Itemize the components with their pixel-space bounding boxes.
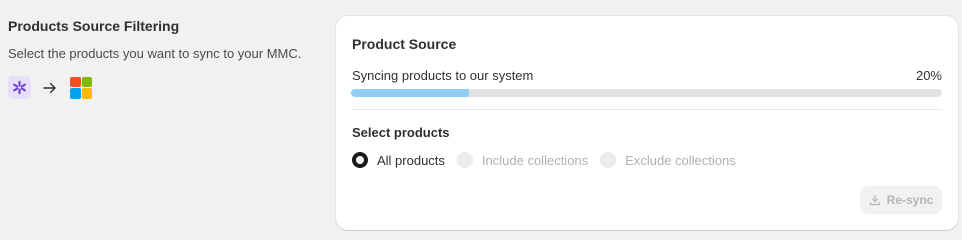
section-info: Products Source Filtering Select the pro…: [8, 18, 318, 99]
radio-option-all-products[interactable]: All products: [352, 152, 445, 168]
radio-label-all-products: All products: [377, 152, 445, 168]
radio-label-include-collections: Include collections: [481, 152, 589, 168]
sync-status: Syncing products to our system 20%: [352, 68, 942, 83]
download-icon: [869, 194, 880, 206]
sync-label: Syncing products to our system: [352, 68, 534, 83]
divider: [352, 109, 942, 110]
resync-button[interactable]: Re-sync: [860, 186, 942, 214]
radio-include-collections[interactable]: [456, 152, 473, 168]
resync-label: Re-sync: [886, 193, 934, 207]
sync-progress-fill: [351, 89, 470, 97]
sync-percent: 20%: [915, 68, 942, 83]
radio-exclude-collections[interactable]: [600, 152, 617, 168]
radio-option-exclude-collections[interactable]: Exclude collections: [600, 152, 736, 168]
arrow-right-icon: [43, 82, 57, 94]
radio-option-include-collections[interactable]: Include collections: [456, 152, 589, 168]
product-selection-radio-group: All products Include collections Exclude…: [352, 152, 748, 168]
radio-label-exclude-collections: Exclude collections: [625, 152, 736, 168]
app-asterisk-icon: [8, 76, 31, 99]
integration-icons: [8, 76, 318, 99]
card-title: Product Source: [352, 36, 457, 52]
radio-all-products[interactable]: [352, 152, 368, 168]
select-products-title: Select products: [352, 125, 450, 140]
product-source-card: Product Source Syncing products to our s…: [336, 16, 958, 230]
microsoft-logo-icon: [70, 76, 92, 99]
section-description: Select the products you want to sync to …: [8, 46, 302, 61]
section-title: Products Source Filtering: [8, 18, 180, 34]
sync-progress-bar: [351, 89, 942, 97]
